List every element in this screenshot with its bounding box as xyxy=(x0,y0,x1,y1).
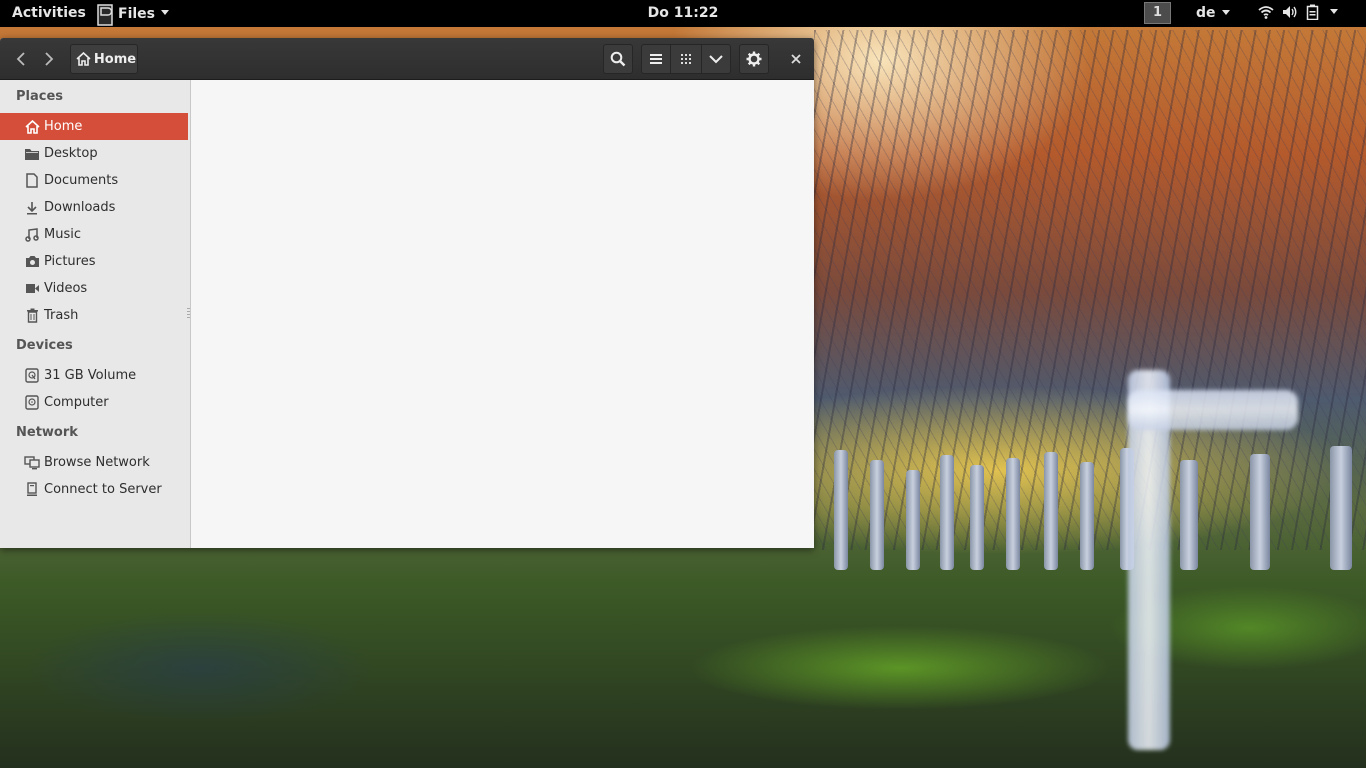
sidebar-resize-handle[interactable] xyxy=(187,308,190,320)
sidebar-item-31gb-volume[interactable]: 31 GB Volume xyxy=(0,362,188,389)
sidebar: Places Home Desktop Documents Downloads … xyxy=(0,80,191,548)
files-window: Home Places Home Desktop Documents Downl… xyxy=(0,38,814,548)
sidebar-section-network: Network xyxy=(16,425,78,440)
top-bar: Activities Files Do 11:22 1 de xyxy=(0,0,1366,27)
volume-icon xyxy=(1283,6,1297,18)
settings-button[interactable] xyxy=(739,44,769,74)
close-window-button[interactable] xyxy=(781,44,811,74)
sidebar-item-desktop[interactable]: Desktop xyxy=(0,140,188,167)
sidebar-item-music[interactable]: Music xyxy=(0,221,188,248)
activities-button[interactable]: Activities xyxy=(12,5,86,21)
sidebar-section-places: Places xyxy=(16,89,64,104)
system-tray[interactable] xyxy=(1258,4,1338,20)
grid-view-icon xyxy=(681,54,691,64)
list-view-icon xyxy=(650,54,662,64)
keyboard-layout-menu[interactable]: de xyxy=(1196,5,1230,21)
gear-icon xyxy=(746,51,762,67)
chevron-down-icon xyxy=(1330,8,1338,14)
server-icon xyxy=(24,482,40,498)
document-icon xyxy=(24,173,40,189)
sidebar-item-pictures[interactable]: Pictures xyxy=(0,248,188,275)
sidebar-item-documents[interactable]: Documents xyxy=(0,167,188,194)
sidebar-item-trash[interactable]: Trash xyxy=(0,302,188,329)
list-view-button[interactable] xyxy=(641,44,671,74)
chevron-down-icon xyxy=(161,10,169,15)
sidebar-item-label: Documents xyxy=(44,173,119,188)
app-menu[interactable]: Files xyxy=(96,0,169,27)
folder-icon xyxy=(24,146,40,162)
app-menu-label: Files xyxy=(118,5,155,22)
computer-icon xyxy=(24,395,40,411)
header-bar: Home xyxy=(0,38,814,80)
forward-button[interactable] xyxy=(36,44,62,74)
path-bar-home[interactable]: Home xyxy=(70,44,138,74)
sidebar-item-label: Browse Network xyxy=(44,455,150,470)
trash-icon xyxy=(24,308,40,324)
network-icon xyxy=(24,455,40,471)
keyboard-layout-label: de xyxy=(1196,5,1216,21)
sidebar-item-label: Home xyxy=(44,119,83,134)
workspace-indicator[interactable]: 1 xyxy=(1144,2,1171,24)
wifi-icon xyxy=(1258,6,1274,19)
home-icon xyxy=(24,119,40,135)
back-button[interactable] xyxy=(8,44,34,74)
path-bar-label: Home xyxy=(93,51,137,67)
sidebar-item-label: Pictures xyxy=(44,254,96,269)
chevron-down-icon xyxy=(709,55,723,64)
clock[interactable]: Do 11:22 xyxy=(648,5,719,21)
sidebar-item-label: Trash xyxy=(44,308,79,323)
search-icon xyxy=(610,51,626,67)
sidebar-item-browse-network[interactable]: Browse Network xyxy=(0,449,188,476)
video-icon xyxy=(24,281,40,297)
sidebar-item-home[interactable]: Home xyxy=(0,113,188,140)
grid-view-button[interactable] xyxy=(671,44,701,74)
chevron-right-icon xyxy=(45,52,54,66)
close-icon xyxy=(791,54,801,64)
sidebar-section-devices: Devices xyxy=(16,338,73,353)
sidebar-item-downloads[interactable]: Downloads xyxy=(0,194,188,221)
chevron-down-icon xyxy=(1221,9,1230,15)
music-icon xyxy=(24,227,40,243)
home-icon xyxy=(76,52,91,66)
sidebar-item-label: Computer xyxy=(44,395,109,410)
files-app-icon xyxy=(97,3,113,26)
sidebar-item-label: Videos xyxy=(44,281,88,296)
sidebar-item-computer[interactable]: Computer xyxy=(0,389,188,416)
sidebar-item-label: 31 GB Volume xyxy=(44,368,137,383)
chevron-left-icon xyxy=(16,52,25,66)
camera-icon xyxy=(24,254,40,270)
download-icon xyxy=(24,200,40,216)
drive-icon xyxy=(24,368,40,384)
sidebar-item-videos[interactable]: Videos xyxy=(0,275,188,302)
wallpaper-pipe-arm xyxy=(1128,390,1298,430)
sidebar-item-label: Music xyxy=(44,227,81,242)
search-button[interactable] xyxy=(603,44,633,74)
sidebar-item-label: Desktop xyxy=(44,146,98,161)
sidebar-item-label: Downloads xyxy=(44,200,116,215)
sidebar-item-connect-to-server[interactable]: Connect to Server xyxy=(0,476,188,503)
file-view[interactable] xyxy=(192,80,814,548)
sidebar-item-label: Connect to Server xyxy=(44,482,162,497)
view-options-button[interactable] xyxy=(701,44,731,74)
battery-icon xyxy=(1306,4,1319,20)
